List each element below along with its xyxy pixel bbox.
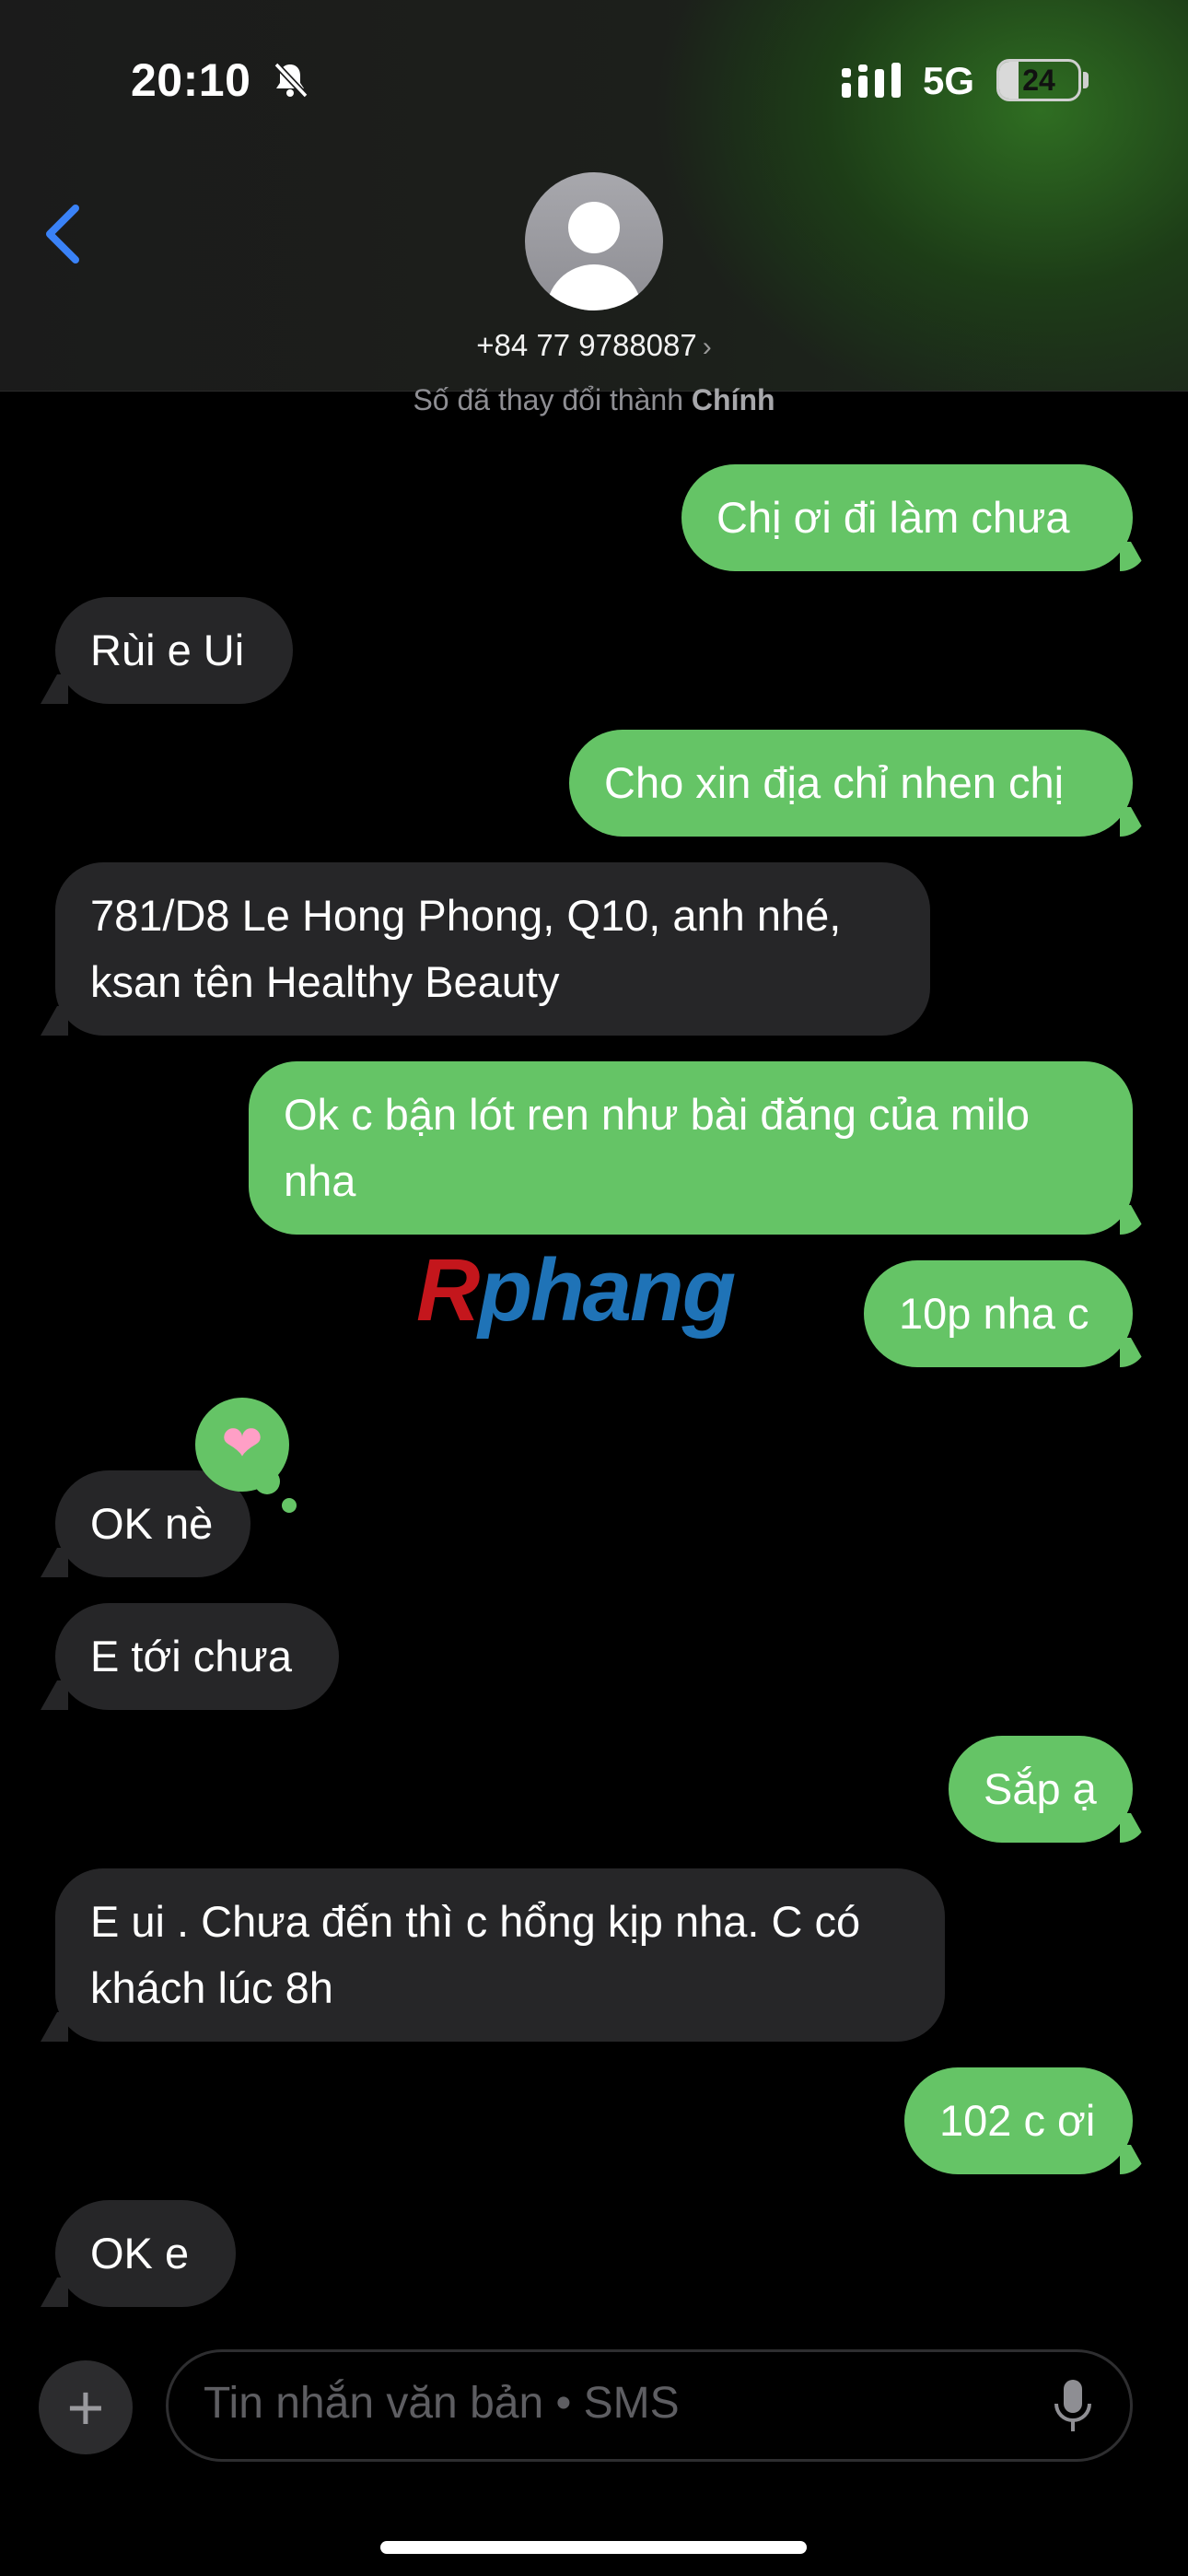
bubble-tail <box>1120 807 1147 837</box>
battery-percent: 24 <box>1022 64 1055 97</box>
bubble-tail <box>1120 1205 1147 1235</box>
message-text: E ui . Chưa đến thì c hổng kịp nha. C có <box>90 1897 861 1946</box>
conversation-header: 20:10 5G 24 +84 77 9788087 › <box>0 0 1188 392</box>
contact-name[interactable]: +84 77 9788087 › <box>0 328 1188 363</box>
incoming-message[interactable]: Rùi e Ui <box>55 597 293 704</box>
bubble-tail <box>41 1548 68 1577</box>
system-note: Số đã thay đổi thành Chính <box>0 383 1188 417</box>
message-text: nha <box>284 1156 356 1205</box>
heart-icon: ❤ <box>221 1416 263 1471</box>
system-note-text: Số đã thay đổi thành <box>413 383 684 416</box>
add-attachment-button[interactable]: + <box>39 2360 133 2454</box>
bell-slash-icon <box>274 62 309 99</box>
reaction-tail <box>254 1469 280 1494</box>
message-text: 781/D8 Le Hong Phong, Q10, anh nhé, <box>90 891 842 940</box>
outgoing-message[interactable]: 10p nha c <box>864 1260 1133 1367</box>
bubble-tail <box>1120 1813 1147 1843</box>
watermark-logo: Rphang <box>416 1241 736 1340</box>
incoming-message[interactable]: E ui . Chưa đến thì c hổng kịp nha. C có… <box>55 1868 945 2042</box>
message-text: OK e <box>90 2229 190 2277</box>
incoming-message[interactable]: 781/D8 Le Hong Phong, Q10, anh nhé, ksan … <box>55 862 930 1036</box>
battery-icon: 24 <box>996 59 1081 101</box>
bubble-tail <box>41 1006 68 1036</box>
bubble-tail <box>41 2277 68 2307</box>
outgoing-message[interactable]: 102 c ơi <box>904 2067 1133 2174</box>
bubble-tail <box>1120 1338 1147 1367</box>
contact-number: +84 77 9788087 <box>476 328 697 362</box>
message-input[interactable]: Tin nhắn văn bản • SMS <box>166 2349 1133 2462</box>
bubble-tail <box>1120 542 1147 571</box>
message-text: OK nè <box>90 1499 214 1548</box>
message-text: 102 c ơi <box>939 2096 1096 2145</box>
message-text: E tới chưa <box>90 1632 293 1680</box>
message-text: Sắp ạ <box>984 1764 1097 1813</box>
message-text: Ok c bận lót ren như bài đăng của milo <box>284 1090 1031 1139</box>
plus-icon: + <box>66 2371 105 2443</box>
message-text: khách lúc 8h <box>90 1963 333 2012</box>
reaction-tail-dot <box>282 1498 297 1513</box>
incoming-message[interactable]: OK e <box>55 2200 236 2307</box>
bubble-tail <box>41 674 68 704</box>
signal-icon <box>842 63 901 98</box>
back-chevron-icon[interactable] <box>37 197 92 271</box>
battery-nub <box>1083 72 1089 88</box>
chevron-right-icon: › <box>702 332 712 362</box>
bubble-tail <box>41 1680 68 1710</box>
message-text: Rùi e Ui <box>90 626 245 674</box>
message-text: ksan tên Healthy Beauty <box>90 957 560 1006</box>
message-text: Chị ơi đi làm chưa <box>716 493 1070 542</box>
outgoing-message[interactable]: Sắp ạ <box>949 1736 1133 1843</box>
outgoing-message[interactable]: Ok c bận lót ren như bài đăng của milo nh… <box>249 1061 1133 1235</box>
message-input-placeholder: Tin nhắn văn bản • SMS <box>204 2379 680 2428</box>
bubble-tail <box>1120 2145 1147 2174</box>
message-text: Cho xin địa chỉ nhen chị <box>604 758 1065 807</box>
avatar-icon[interactable] <box>525 172 663 310</box>
message-text: 10p nha c <box>899 1289 1089 1338</box>
status-time: 20:10 <box>131 54 251 106</box>
outgoing-message[interactable]: Cho xin địa chỉ nhen chị <box>569 730 1133 837</box>
bubble-tail <box>41 2012 68 2042</box>
system-note-emphasis: Chính <box>691 383 775 416</box>
incoming-message[interactable]: E tới chưa <box>55 1603 339 1710</box>
outgoing-message[interactable]: Chị ơi đi làm chưa <box>681 464 1133 571</box>
home-indicator <box>380 2541 807 2554</box>
mic-icon[interactable] <box>1053 2378 1093 2437</box>
network-label: 5G <box>923 59 975 102</box>
